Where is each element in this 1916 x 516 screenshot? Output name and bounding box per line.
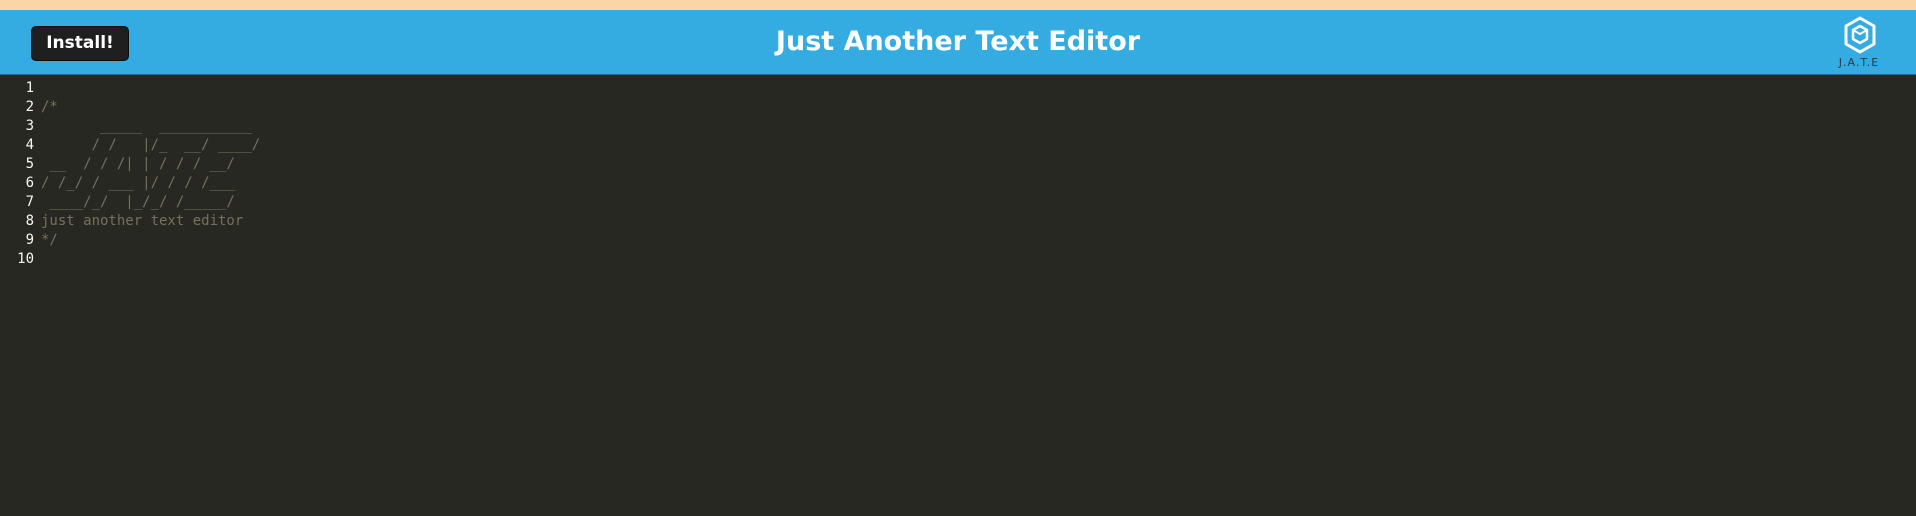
code-line[interactable] (41, 250, 260, 269)
line-number: 7 (25, 194, 34, 210)
hexagon-cube-icon (1844, 16, 1876, 54)
code-line[interactable]: / / |/_ __/ ____/ (41, 136, 261, 155)
line-number: 6 (25, 175, 34, 191)
code-editor[interactable]: 1 2 3 4 5 6 7 8 9 10 /* _____ ___________ / / |/_… (0, 75, 1916, 516)
top-strip (0, 0, 1916, 10)
line-number-gutter: 1 2 3 4 5 6 7 8 9 10 (0, 79, 34, 269)
code-line[interactable]: /* (41, 98, 260, 117)
code-content[interactable]: /* _____ ___________ / / |/_ __/ ____/ _… (41, 79, 260, 269)
line-number: 2 (25, 99, 34, 115)
code-line[interactable]: / /_/ / ___ |/ / / /___ (41, 174, 260, 193)
line-number: 3 (25, 118, 34, 134)
line-number: 8 (25, 213, 34, 229)
code-line[interactable]: __ / / /| | / / / __/ (41, 155, 260, 174)
app-title: Just Another Text Editor (775, 26, 1141, 57)
code-line[interactable]: ____/_/ |_/_/ /_____/ (41, 193, 260, 212)
code-line[interactable]: */ (41, 231, 260, 250)
code-line[interactable]: _____ ___________ (41, 117, 260, 136)
jate-logo: J.A.T.E (1828, 16, 1890, 72)
code-line[interactable]: just another text editor (41, 212, 260, 231)
logo-text: J.A.T.E (1838, 56, 1880, 69)
line-number: 10 (17, 251, 34, 267)
line-number: 4 (25, 137, 34, 153)
install-button[interactable]: Install! (31, 26, 129, 61)
code-line[interactable] (41, 79, 260, 98)
line-number: 9 (25, 232, 34, 248)
line-number: 1 (25, 80, 34, 96)
line-number: 5 (25, 156, 34, 172)
navbar: Install! Just Another Text Editor J.A.T.… (0, 10, 1916, 75)
